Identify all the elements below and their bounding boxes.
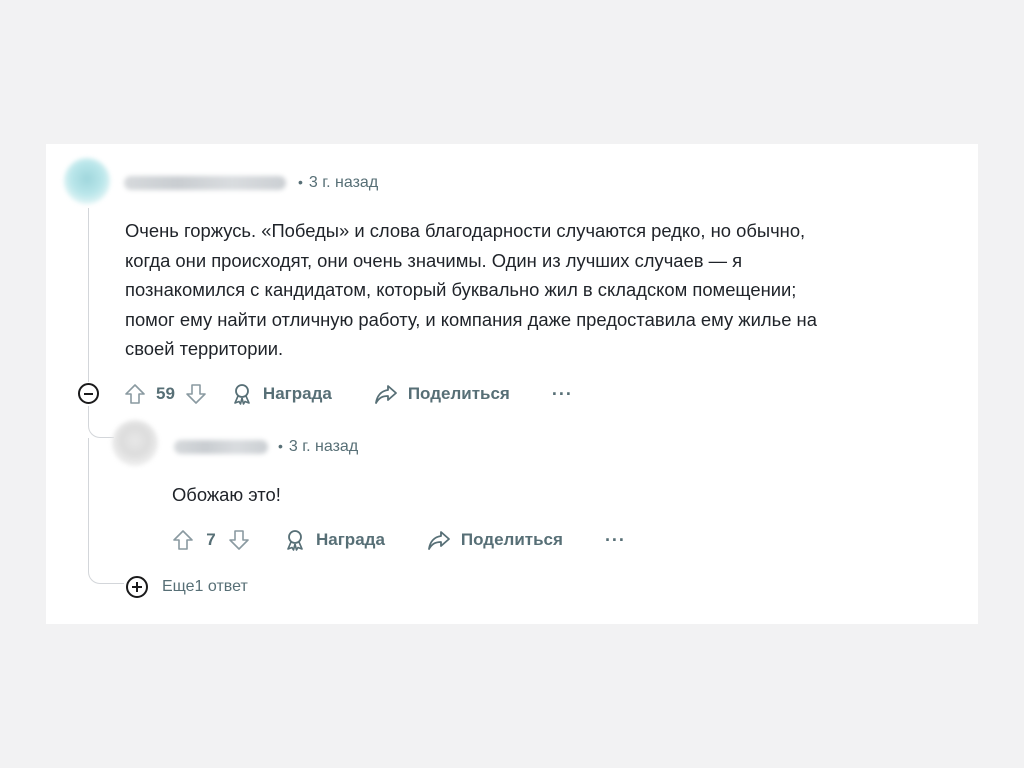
- more-replies-link[interactable]: Еще1 ответ: [162, 578, 248, 596]
- thread-branch-reply: [88, 422, 114, 438]
- username-blurred[interactable]: [124, 176, 286, 190]
- comment-body-line: Очень горжусь. «Победы» и слова благодар…: [125, 220, 806, 241]
- minus-circle-icon: [84, 392, 93, 395]
- reply-timestamp: • 3 г. назад: [278, 438, 359, 455]
- reply-share-button[interactable]: Поделиться: [427, 529, 563, 551]
- avatar[interactable]: [64, 158, 110, 204]
- comment-body-line: познакомился с кандидатом, который буква…: [125, 279, 797, 300]
- reply-award-button[interactable]: Награда: [284, 529, 385, 551]
- comment-body-line: своей территории.: [125, 338, 284, 359]
- plus-circle-icon-vertical: [136, 582, 138, 592]
- collapse-thread-button[interactable]: [78, 383, 99, 404]
- arrow-up-icon[interactable]: [172, 529, 194, 551]
- comment-body: Очень горжусь. «Победы» и слова благодар…: [125, 216, 817, 364]
- comment-thread-card: • 3 г. назад Очень горжусь. «Победы» и сл…: [46, 144, 978, 624]
- reply-award-label: Награда: [316, 530, 385, 549]
- share-button[interactable]: Поделиться: [374, 383, 510, 405]
- reply-more-options-button[interactable]: ···: [605, 530, 626, 551]
- share-icon: [374, 385, 397, 404]
- award-button[interactable]: Награда: [231, 383, 332, 405]
- thread-line-top: [88, 208, 89, 382]
- reply-username-blurred[interactable]: [174, 440, 268, 454]
- reply-vote-score: 7: [206, 530, 216, 549]
- comment-timestamp: • 3 г. назад: [298, 174, 379, 191]
- arrow-down-icon[interactable]: [185, 383, 207, 405]
- share-label: Поделиться: [407, 384, 510, 403]
- vote-score: 59: [156, 384, 175, 403]
- award-icon: [234, 384, 250, 405]
- more-options-button[interactable]: ···: [552, 384, 573, 405]
- comment-body-line: когда они происходят, они очень значимы.…: [125, 249, 743, 271]
- thread-line-lower: [88, 438, 89, 568]
- comment-actions: 59 Награда Поделиться ···: [124, 379, 573, 409]
- reply-body: Обожаю это!: [172, 484, 281, 505]
- award-icon: [287, 530, 303, 551]
- thread-line-bottom[interactable]: [88, 406, 89, 422]
- expand-replies-button[interactable]: [126, 576, 148, 598]
- arrow-up-icon[interactable]: [124, 383, 146, 405]
- comment-body-line: помог ему найти отличную работу, и компа…: [125, 308, 817, 330]
- reply-actions: 7 Награда Поделиться ···: [172, 525, 626, 555]
- share-icon: [428, 531, 450, 550]
- reply-share-label: Поделиться: [460, 530, 563, 549]
- arrow-down-icon[interactable]: [228, 529, 250, 551]
- reply-avatar[interactable]: [112, 420, 158, 466]
- thread-branch-more: [88, 568, 124, 584]
- award-label: Награда: [262, 384, 332, 403]
